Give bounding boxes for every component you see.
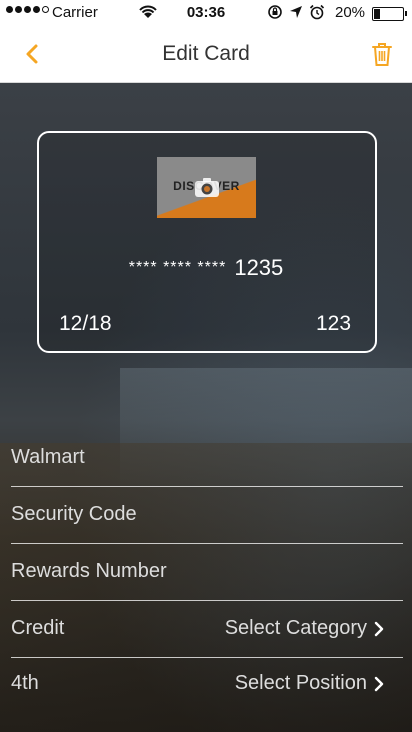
chevron-right-icon <box>374 621 384 637</box>
security-code-field[interactable]: Security Code <box>11 487 403 544</box>
trash-icon[interactable] <box>368 40 396 68</box>
category-value: Select Category <box>224 617 367 639</box>
security-code-placeholder: Security Code <box>11 503 137 525</box>
page-title: Edit Card <box>162 42 250 65</box>
card-number-last4: 1235 <box>234 255 284 280</box>
card-expiry: 12/18 <box>59 312 112 335</box>
position-value: Select Position <box>234 672 367 694</box>
card-cvv: 123 <box>316 312 352 335</box>
chevron-right-icon <box>374 676 384 692</box>
navigation-bar: Edit Card <box>0 26 412 83</box>
category-row[interactable]: Credit Select Category <box>11 601 403 658</box>
card-name-field[interactable]: Walmart <box>11 430 403 487</box>
camera-icon <box>195 178 219 197</box>
rewards-number-placeholder: Rewards Number <box>11 560 167 582</box>
card-image-button[interactable]: DISCOVER <box>157 157 256 218</box>
battery-percent: 20% <box>335 4 366 21</box>
rotation-lock-icon <box>268 5 282 19</box>
card-name-value: Walmart <box>11 446 85 468</box>
location-arrow-icon <box>290 6 302 18</box>
battery-icon <box>372 7 407 21</box>
position-row[interactable]: 4th Select Position <box>11 656 403 713</box>
card-number-mask: **** **** **** <box>128 259 227 276</box>
card-type-label: Credit <box>11 617 65 639</box>
card-number: **** **** **** 1235 <box>0 255 412 281</box>
alarm-icon <box>309 4 325 20</box>
status-bar: Carrier 03:36 20% <box>0 0 412 26</box>
position-label: 4th <box>11 672 39 694</box>
rewards-number-field[interactable]: Rewards Number <box>11 544 403 601</box>
